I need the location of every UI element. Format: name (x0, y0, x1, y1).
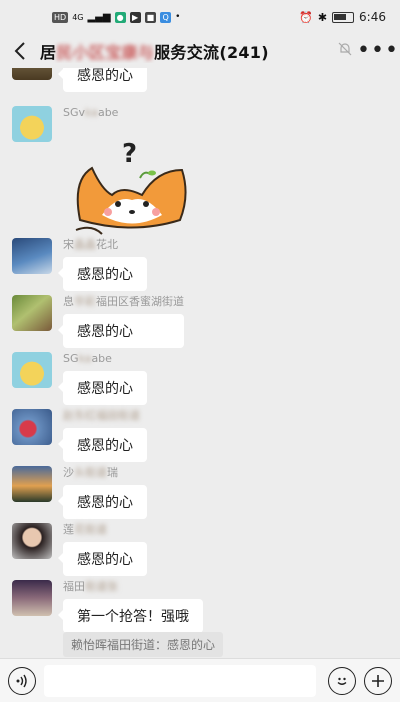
emoji-icon[interactable] (328, 666, 356, 695)
sender-name: 息华彩福田区香蜜湖街道 (63, 295, 184, 308)
chat-title: 居民小区宝康与服务交流(241) (40, 39, 334, 63)
corgi-sticker[interactable]: ? (62, 140, 197, 240)
avatar[interactable] (12, 238, 52, 274)
status-left: HD 4G ▂▄▆ ● ▶ ■ Q • (52, 11, 181, 23)
message-bubble[interactable]: 感恩的心 (58, 68, 147, 92)
sender-name: SGkaabe (63, 352, 112, 365)
battery-icon (332, 11, 355, 23)
message-item: 宋晶晶花北 感恩的心 (12, 238, 147, 291)
avatar[interactable] (12, 68, 52, 80)
message-bubble[interactable]: 感恩的心 (58, 428, 147, 462)
status-time: 6:46 (359, 10, 386, 24)
title-prefix: 居 (40, 43, 57, 62)
message-bubble[interactable]: 感恩的心 (58, 257, 147, 291)
bluetooth-icon: ✱ (317, 10, 328, 24)
quoted-reply[interactable]: 赖怡晖福田街道：感恩的心 (63, 632, 224, 657)
sender-name: SGvkaabe (63, 106, 119, 119)
message-item: 沙头街道瑞 感恩的心 (12, 466, 147, 519)
mute-icon (334, 42, 356, 60)
message-item: SGkaabe 感恩的心 (12, 352, 147, 405)
message-item: 息华彩福田区香蜜湖街道 感恩的心 (12, 295, 184, 348)
message-item: SGvkaabe (12, 106, 118, 142)
message-input[interactable] (44, 664, 316, 697)
sender-name: 宋晶晶花北 (63, 238, 118, 251)
app-notification-icon: ● (114, 11, 126, 23)
chat-input-bar (0, 658, 400, 702)
avatar[interactable] (12, 106, 52, 142)
hd-indicator: HD (52, 11, 69, 23)
voice-icon[interactable] (8, 666, 36, 695)
message-item: 感恩的心 (12, 68, 147, 92)
sender-name: 沙头街道瑞 (63, 466, 118, 479)
sender-name: 莲花街道 (63, 523, 107, 536)
app-notification-icon: ■ (144, 11, 157, 23)
message-bubble[interactable]: 感恩的心 (58, 485, 147, 519)
status-right: ⏰ ✱ 6:46 (299, 10, 386, 24)
app-notification-icon: Q (160, 11, 172, 23)
sender-name: 福田街道张 (63, 580, 118, 593)
sender-name: 赵东红福田街道 (63, 409, 140, 422)
message-item: 赵东红福田街道 感恩的心 (12, 409, 147, 462)
message-item: 福田街道张 第一个抢答！强哦 (12, 580, 203, 633)
signal-icon: ▂▄▆ (87, 11, 111, 23)
more-options-button[interactable]: ••• (356, 40, 400, 62)
avatar[interactable] (12, 580, 52, 616)
plus-icon[interactable] (364, 666, 392, 695)
network-type: 4G (72, 12, 84, 22)
more-notifications-icon: • (175, 12, 181, 22)
message-item: 莲花街道 感恩的心 (12, 523, 147, 576)
status-bar: HD 4G ▂▄▆ ● ▶ ■ Q • ⏰ ✱ 6:46 (0, 0, 400, 34)
message-bubble[interactable]: 第一个抢答！强哦 (58, 599, 203, 633)
avatar[interactable] (12, 523, 52, 559)
title-suffix: 服务交流(241) (154, 43, 269, 62)
chat-message-list[interactable]: 感恩的心 SGvkaabe ? 宋晶晶花北 感恩的心 息华彩福田区香蜜湖街道 感… (0, 68, 400, 658)
app-notification-icon: ▶ (129, 11, 141, 23)
avatar[interactable] (12, 409, 52, 445)
message-bubble[interactable]: 感恩的心 (58, 314, 184, 348)
alarm-icon: ⏰ (299, 10, 313, 24)
avatar[interactable] (12, 352, 52, 388)
chat-title-bar: 居民小区宝康与服务交流(241) ••• (0, 34, 400, 68)
back-button[interactable] (0, 34, 40, 68)
title-redacted: 民小区宝康与 (56, 43, 155, 62)
message-bubble[interactable]: 感恩的心 (58, 542, 147, 576)
message-bubble[interactable]: 感恩的心 (58, 371, 147, 405)
avatar[interactable] (12, 295, 52, 331)
avatar[interactable] (12, 466, 52, 502)
back-arrow-icon (14, 42, 25, 60)
svg-text:?: ? (122, 140, 137, 169)
